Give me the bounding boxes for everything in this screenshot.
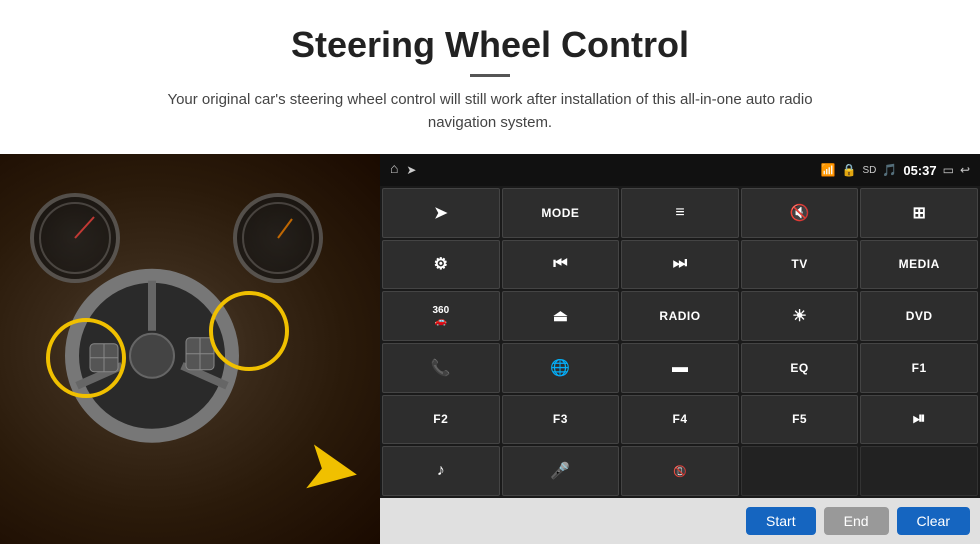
bottom-bar: Start End Clear bbox=[380, 498, 980, 544]
empty-btn-1 bbox=[741, 446, 859, 496]
back-icon: ↩ bbox=[960, 163, 970, 177]
mode-button[interactable]: MODE bbox=[502, 188, 620, 238]
content-area: ➤ ⌂ ➤ 📶 🔒 SD 🎵 05:37 ▭ bbox=[0, 154, 980, 544]
head-unit: ⌂ ➤ 📶 🔒 SD 🎵 05:37 ▭ ↩ ➤ MODE bbox=[380, 154, 980, 544]
settings-button[interactable]: ⚙ bbox=[382, 240, 500, 290]
status-right: 📶 🔒 SD 🎵 05:37 ▭ ↩ bbox=[821, 163, 970, 178]
empty-btn-2 bbox=[860, 446, 978, 496]
f3-button[interactable]: F3 bbox=[502, 395, 620, 445]
home-icon: ⌂ bbox=[390, 162, 398, 178]
phone-button[interactable]: 📞 bbox=[382, 343, 500, 393]
rewind-button[interactable]: ⏮ bbox=[502, 240, 620, 290]
display-button[interactable]: ▬ bbox=[621, 343, 739, 393]
sd-icon: SD bbox=[862, 165, 876, 176]
highlight-circle-right bbox=[209, 291, 289, 371]
status-left: ⌂ ➤ bbox=[390, 162, 416, 178]
apps-button[interactable]: ⊞ bbox=[860, 188, 978, 238]
screen-icon: ▭ bbox=[943, 163, 954, 177]
clear-button[interactable]: Clear bbox=[897, 507, 970, 535]
music-button[interactable]: ♪ bbox=[382, 446, 500, 496]
f4-button[interactable]: F4 bbox=[621, 395, 739, 445]
status-bar: ⌂ ➤ 📶 🔒 SD 🎵 05:37 ▭ ↩ bbox=[380, 154, 980, 186]
lock-icon: 🔒 bbox=[842, 163, 857, 177]
360-button[interactable]: 360🚗 bbox=[382, 291, 500, 341]
tv-button[interactable]: TV bbox=[741, 240, 859, 290]
dashboard-meter-right bbox=[233, 193, 323, 283]
wifi-icon: 📶 bbox=[821, 163, 836, 177]
title-divider bbox=[470, 74, 510, 77]
f5-button[interactable]: F5 bbox=[741, 395, 859, 445]
mic-button[interactable]: 🎤 bbox=[502, 446, 620, 496]
f2-button[interactable]: F2 bbox=[382, 395, 500, 445]
radio-button[interactable]: RADIO bbox=[621, 291, 739, 341]
f1-button[interactable]: F1 bbox=[860, 343, 978, 393]
brightness-button[interactable]: ☀ bbox=[741, 291, 859, 341]
dvd-button[interactable]: DVD bbox=[860, 291, 978, 341]
eject-button[interactable]: ⏏ bbox=[502, 291, 620, 341]
start-button[interactable]: Start bbox=[746, 507, 816, 535]
title-section: Steering Wheel Control Your original car… bbox=[0, 0, 980, 144]
page-subtitle: Your original car's steering wheel contr… bbox=[140, 89, 840, 134]
highlight-circle-left bbox=[46, 318, 126, 398]
fast-forward-button[interactable]: ⏭ bbox=[621, 240, 739, 290]
list-button[interactable]: ≡ bbox=[621, 188, 739, 238]
nav-arrow-icon: ➤ bbox=[406, 163, 416, 178]
time-display: 05:37 bbox=[903, 163, 936, 178]
eq-button[interactable]: EQ bbox=[741, 343, 859, 393]
navigate-button[interactable]: ➤ bbox=[382, 188, 500, 238]
end-button[interactable]: End bbox=[824, 507, 889, 535]
volume-off-button[interactable]: 🔇 bbox=[741, 188, 859, 238]
phone-hangup-button[interactable]: 📵 bbox=[621, 446, 739, 496]
car-image: ➤ bbox=[0, 154, 380, 544]
button-grid: ➤ MODE ≡ 🔇 ⊞ ⚙ ⏮ ⏭ TV MEDIA 360🚗 ⏏ RADIO… bbox=[380, 186, 980, 498]
page-container: Steering Wheel Control Your original car… bbox=[0, 0, 980, 544]
browser-button[interactable]: 🌐 bbox=[502, 343, 620, 393]
media-button[interactable]: MEDIA bbox=[860, 240, 978, 290]
play-pause-button[interactable]: ⏯ bbox=[860, 395, 978, 445]
bluetooth-icon: 🎵 bbox=[882, 163, 897, 177]
page-title: Steering Wheel Control bbox=[40, 24, 940, 66]
yellow-arrow: ➤ bbox=[297, 430, 367, 509]
